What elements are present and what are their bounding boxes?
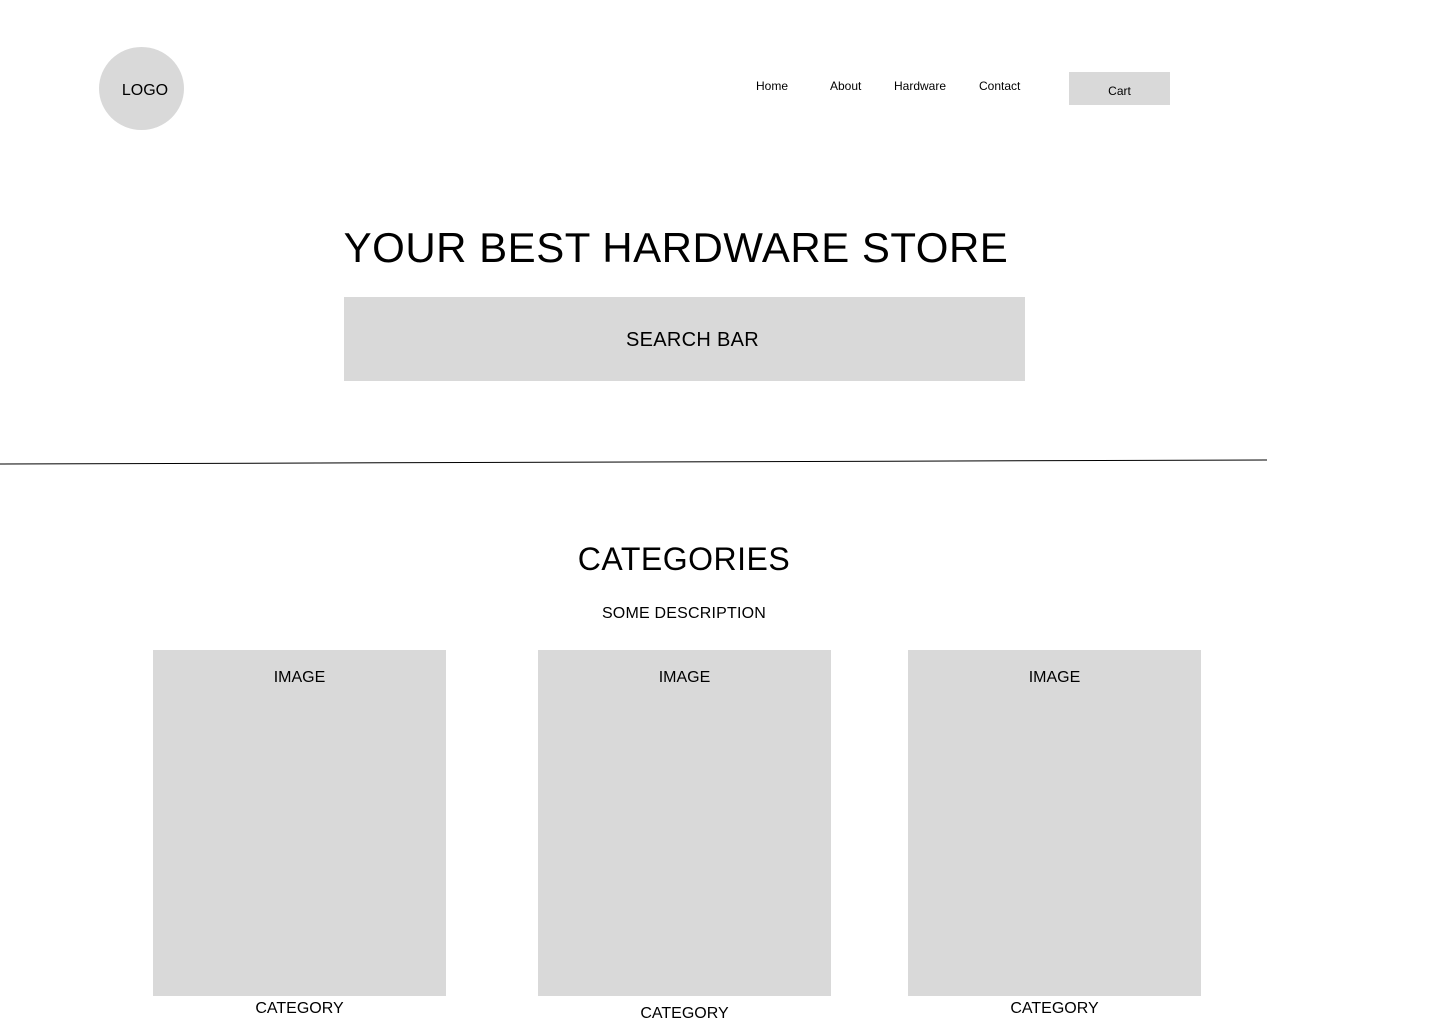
- image-placeholder-label: IMAGE: [273, 669, 326, 686]
- category-card-image[interactable]: IMAGE: [908, 650, 1201, 996]
- category-card-label[interactable]: CATEGORY: [908, 1000, 1201, 1018]
- categories-description: SOME DESCRIPTION: [601, 605, 767, 622]
- image-placeholder-label: IMAGE: [1028, 669, 1081, 686]
- category-card-label[interactable]: CATEGORY: [538, 1005, 831, 1023]
- cart-button[interactable]: Cart: [1069, 72, 1170, 105]
- image-placeholder-label: IMAGE: [658, 669, 711, 686]
- category-card-image[interactable]: IMAGE: [538, 650, 831, 996]
- nav-link-home[interactable]: Home: [756, 78, 788, 94]
- search-bar-label: SEARCH BAR: [625, 329, 760, 351]
- search-bar[interactable]: SEARCH BAR: [344, 297, 1025, 381]
- categories-title: CATEGORIES: [577, 541, 791, 577]
- hero-title: YOUR BEST HARDWARE STORE: [343, 224, 1009, 271]
- nav-link-about[interactable]: About: [830, 78, 861, 94]
- nav-link-hardware[interactable]: Hardware: [894, 78, 946, 94]
- nav-link-contact[interactable]: Contact: [979, 78, 1020, 94]
- logo-text: LOGO: [121, 82, 169, 99]
- category-card-label[interactable]: CATEGORY: [153, 1000, 446, 1018]
- category-card-image[interactable]: IMAGE: [153, 650, 446, 996]
- cart-button-label: Cart: [1108, 84, 1131, 98]
